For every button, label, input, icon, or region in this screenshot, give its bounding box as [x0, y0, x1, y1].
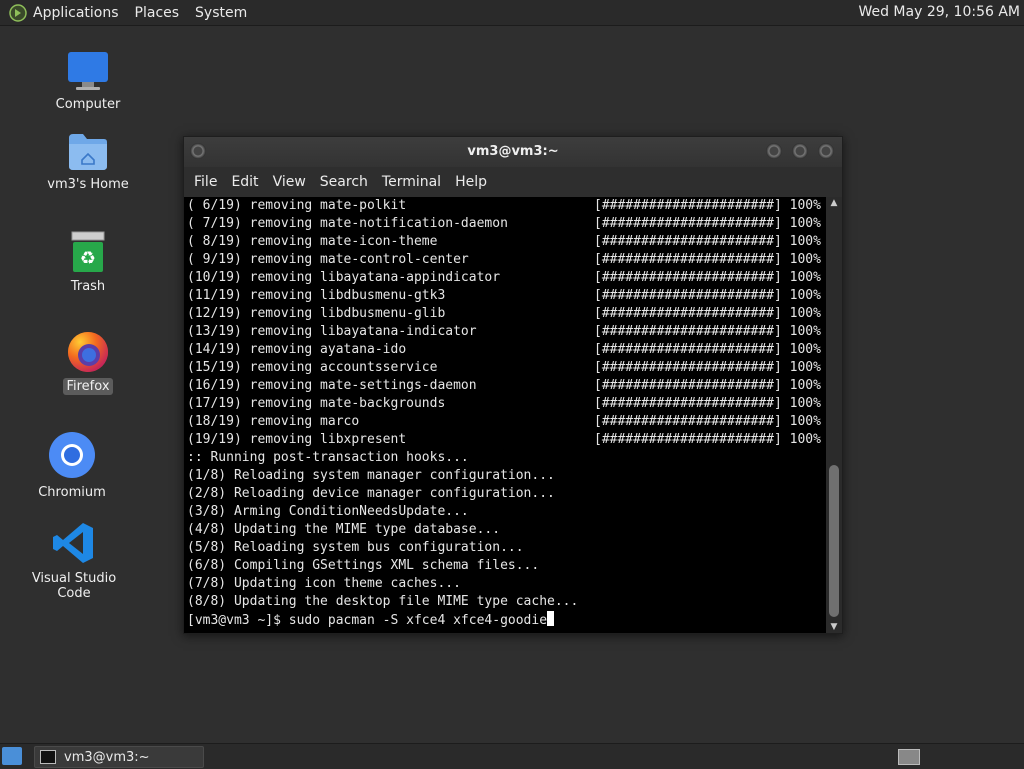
- desktop-icon-firefox[interactable]: Firefox: [28, 328, 148, 395]
- terminal-line: (1/8) Reloading system manager configura…: [187, 468, 555, 483]
- bottom-panel: vm3@vm3:~: [0, 743, 1024, 769]
- desktop-icon-label: vm3's Home: [47, 177, 129, 192]
- taskbar-terminal-button[interactable]: vm3@vm3:~: [34, 746, 204, 768]
- terminal-line: (11/19) removing libdbusmenu-gtk3 [#####…: [187, 288, 821, 303]
- maximize-button[interactable]: [792, 143, 808, 159]
- scroll-up-arrow-icon[interactable]: ▲: [826, 197, 842, 209]
- terminal-line: (2/8) Reloading device manager configura…: [187, 486, 555, 501]
- menu-search[interactable]: Search: [320, 174, 368, 190]
- desktop-icon-home[interactable]: vm3's Home: [28, 130, 148, 193]
- menu-edit[interactable]: Edit: [231, 174, 258, 190]
- scroll-down-arrow-icon[interactable]: ▼: [826, 621, 842, 633]
- terminal-line: (10/19) removing libayatana-appindicator…: [187, 270, 821, 285]
- terminal-line: (7/8) Updating icon theme caches...: [187, 576, 461, 591]
- terminal-line: (14/19) removing ayatana-ido [##########…: [187, 342, 821, 357]
- desktop-icon-chromium[interactable]: Chromium: [12, 430, 132, 501]
- vscode-icon: [53, 523, 93, 563]
- home-folder-icon: [69, 134, 107, 170]
- menu-file[interactable]: File: [194, 174, 217, 190]
- taskbar-button-label: vm3@vm3:~: [64, 749, 150, 765]
- terminal-text[interactable]: ( 6/19) removing mate-polkit [##########…: [184, 197, 826, 630]
- terminal-line: (13/19) removing libayatana-indicator [#…: [187, 324, 821, 339]
- menu-help[interactable]: Help: [455, 174, 487, 190]
- scrollbar-thumb[interactable]: [829, 465, 839, 617]
- chromium-icon: [49, 432, 95, 478]
- terminal-line: (15/19) removing accountsservice [######…: [187, 360, 821, 375]
- terminal-icon: [40, 750, 56, 764]
- desktop-icon-label: Trash: [70, 279, 106, 294]
- window-menu-button[interactable]: [190, 143, 206, 159]
- desktop-icon-vscode[interactable]: Visual Studio Code: [14, 520, 134, 602]
- clock[interactable]: Wed May 29, 10:56 AM: [858, 4, 1020, 20]
- terminal-window[interactable]: vm3@vm3:~ File Edit View Search Terminal…: [183, 136, 843, 634]
- terminal-line: :: Running post-transaction hooks...: [187, 450, 469, 465]
- terminal-line: (5/8) Reloading system bus configuration…: [187, 540, 524, 555]
- close-button[interactable]: [818, 143, 834, 159]
- terminal-line: (19/19) removing libxpresent [##########…: [187, 432, 821, 447]
- terminal-line: (3/8) Arming ConditionNeedsUpdate...: [187, 504, 469, 519]
- show-desktop-icon[interactable]: [2, 747, 22, 765]
- distro-logo-icon[interactable]: [9, 3, 27, 22]
- desktop-icon-label: Visual Studio Code: [31, 571, 117, 601]
- terminal-line: ( 9/19) removing mate-control-center [##…: [187, 252, 821, 267]
- desktop-icon-computer[interactable]: Computer: [28, 50, 148, 113]
- desktop-icon-label: Firefox: [63, 378, 113, 395]
- terminal-line: ( 7/19) removing mate-notification-daemo…: [187, 216, 821, 231]
- computer-icon: [68, 52, 108, 90]
- terminal-prompt-line[interactable]: [vm3@vm3 ~]$ sudo pacman -S xfce4 xfce4-…: [187, 613, 547, 628]
- menu-view[interactable]: View: [273, 174, 306, 190]
- workspace-switcher[interactable]: [898, 749, 920, 765]
- terminal-output[interactable]: ( 6/19) removing mate-polkit [##########…: [184, 197, 826, 633]
- terminal-line: (4/8) Updating the MIME type database...: [187, 522, 501, 537]
- top-panel: Applications Places System Wed May 29, 1…: [0, 0, 1024, 26]
- terminal-line: (12/19) removing libdbusmenu-glib [#####…: [187, 306, 821, 321]
- trash-icon: ♻: [71, 231, 105, 272]
- terminal-line: (8/8) Updating the desktop file MIME typ…: [187, 594, 579, 609]
- menu-places[interactable]: Places: [135, 5, 180, 21]
- desktop-icon-label: Chromium: [38, 485, 106, 500]
- terminal-line: (6/8) Compiling GSettings XML schema fil…: [187, 558, 540, 573]
- menu-terminal[interactable]: Terminal: [382, 174, 441, 190]
- firefox-icon: [68, 332, 108, 372]
- desktop-icon-trash[interactable]: ♻ Trash: [28, 230, 148, 295]
- terminal-line: (17/19) removing mate-backgrounds [#####…: [187, 396, 821, 411]
- menu-applications[interactable]: Applications: [33, 5, 119, 21]
- terminal-line: (18/19) removing marco [################…: [187, 414, 821, 429]
- svg-text:♻: ♻: [80, 248, 96, 269]
- terminal-line: ( 6/19) removing mate-polkit [##########…: [187, 198, 821, 213]
- terminal-menubar: File Edit View Search Terminal Help: [184, 167, 842, 197]
- window-titlebar[interactable]: vm3@vm3:~: [184, 137, 842, 167]
- terminal-line: ( 8/19) removing mate-icon-theme [######…: [187, 234, 821, 249]
- minimize-button[interactable]: [766, 143, 782, 159]
- terminal-scrollbar[interactable]: ▲ ▼: [826, 197, 842, 633]
- terminal-line: (16/19) removing mate-settings-daemon [#…: [187, 378, 821, 393]
- menu-system[interactable]: System: [195, 5, 247, 21]
- desktop-icon-label: Computer: [55, 97, 121, 112]
- text-cursor: [547, 611, 555, 626]
- window-title: vm3@vm3:~: [467, 144, 559, 159]
